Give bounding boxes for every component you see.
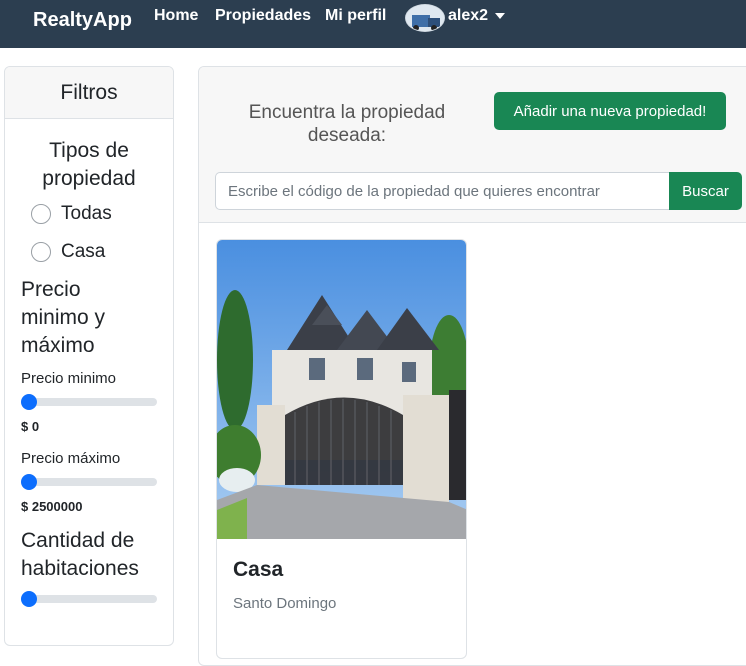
headline-line1: Encuentra la propiedad: [248, 102, 446, 123]
radio-label: Todas: [61, 203, 112, 224]
radio-option-todas[interactable]: Todas: [31, 203, 112, 225]
min-price-slider[interactable]: [21, 394, 157, 410]
search-headline: Encuentra la propiedad deseada:: [223, 101, 471, 147]
user-menu-toggle[interactable]: alex2: [448, 7, 488, 25]
price-title-line2: minimo y: [21, 306, 106, 329]
property-types-title-line1: Tipos de: [49, 139, 129, 162]
property-title: Casa: [233, 558, 284, 581]
radio-button[interactable]: [31, 204, 51, 224]
property-types-title: Tipos de propiedad: [5, 137, 173, 193]
rooms-title-line2: habitaciones: [21, 557, 139, 580]
slider-thumb[interactable]: [21, 394, 37, 410]
filters-header: Filtros: [5, 67, 173, 119]
max-price-slider[interactable]: [21, 474, 157, 490]
min-price-label: Precio minimo: [21, 370, 117, 387]
price-title-line3: máximo: [21, 334, 95, 357]
price-title-line1: Precio: [21, 278, 81, 301]
search-button[interactable]: Buscar: [669, 172, 742, 210]
radio-button[interactable]: [31, 242, 51, 262]
radio-option-casa[interactable]: Casa: [31, 241, 105, 263]
brand-logo[interactable]: RealtyApp: [33, 9, 132, 32]
property-code-search-input[interactable]: Escribe el código de la propiedad que qu…: [215, 172, 670, 210]
rooms-slider[interactable]: [21, 591, 157, 607]
min-price-value: $ 0: [21, 419, 40, 434]
house-photo[interactable]: [217, 240, 467, 539]
user-avatar[interactable]: [405, 4, 445, 32]
nav-link-mi-perfil[interactable]: Mi perfil: [325, 7, 386, 25]
max-price-label: Precio máximo: [21, 450, 121, 467]
rooms-title: Cantidad de habitaciones: [21, 527, 139, 583]
chevron-down-icon[interactable]: [495, 13, 505, 19]
slider-thumb[interactable]: [21, 474, 37, 490]
rooms-title-line1: Cantidad de: [21, 529, 135, 552]
max-price-value: $ 2500000: [21, 499, 83, 514]
filters-sidebar: Filtros Tipos de propiedad Todas Casa Pr…: [4, 66, 174, 646]
properties-header: Encuentra la propiedad deseada: Añadir u…: [199, 67, 746, 223]
headline-line2: deseada:: [307, 125, 387, 146]
radio-label: Casa: [61, 241, 106, 262]
property-types-title-line2: propiedad: [42, 167, 136, 190]
price-range-title: Precio minimo y máximo: [21, 276, 105, 360]
add-property-button[interactable]: Añadir una nueva propiedad!: [494, 92, 726, 130]
property-location: Santo Domingo: [233, 595, 337, 612]
property-card[interactable]: Casa Santo Domingo: [216, 239, 467, 659]
nav-link-home[interactable]: Home: [154, 7, 198, 25]
properties-panel: Encuentra la propiedad deseada: Añadir u…: [198, 66, 746, 666]
top-navbar: RealtyApp Home Propiedades Mi perfil ale…: [0, 0, 746, 48]
nav-link-propiedades[interactable]: Propiedades: [215, 7, 311, 25]
slider-thumb[interactable]: [21, 591, 37, 607]
